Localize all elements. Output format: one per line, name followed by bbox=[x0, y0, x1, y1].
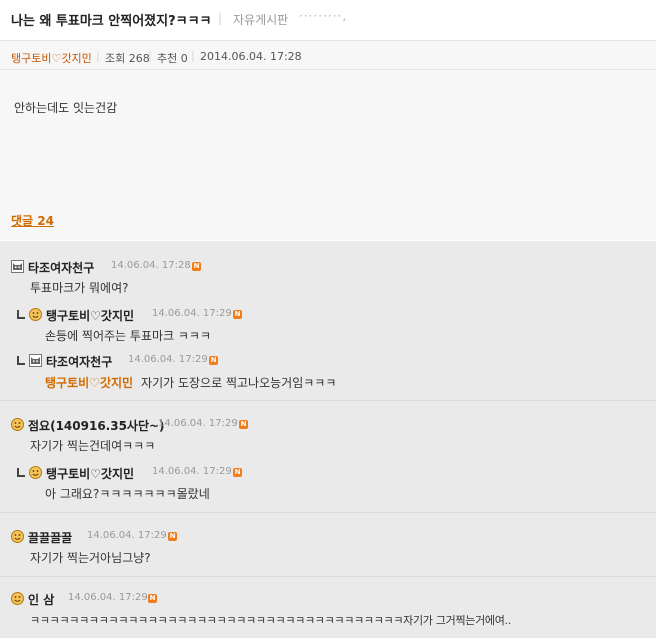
new-badge: N bbox=[233, 468, 242, 477]
comment-text: 자기가 찍는거아님그냥? bbox=[30, 551, 151, 565]
mention-link[interactable]: 탱구토비♡갓지민 bbox=[45, 376, 133, 390]
board-dots: ·········, bbox=[299, 9, 348, 23]
comment-list: 타조여자천구 14.06.04. 17:28 N 투표마크가 뭐에여? 탱구토비… bbox=[0, 241, 656, 638]
comment-nick[interactable]: 타조여자천구 bbox=[46, 353, 112, 370]
comment-nick[interactable]: 점요(140916.35사단~) bbox=[28, 417, 165, 434]
comment-text-body: 자기가 도장으로 찍고나오능거임ㅋㅋㅋ bbox=[141, 376, 337, 390]
meta-separator: | bbox=[96, 49, 100, 62]
comment-nick[interactable]: 인 삼 bbox=[28, 591, 54, 608]
post-recommend: 추천 0 bbox=[157, 52, 188, 65]
new-badge: N bbox=[192, 262, 201, 271]
comment-divider bbox=[0, 512, 656, 513]
comment-text: 자기가 찍는건데여ㅋㅋㅋ bbox=[30, 439, 156, 453]
comment-nick[interactable]: 탱구토비♡갓지민 bbox=[46, 465, 134, 482]
reply-arrow-icon bbox=[17, 310, 25, 319]
comment-date: 14.06.04. 17:29 bbox=[152, 466, 232, 477]
smiley-icon bbox=[29, 466, 42, 479]
title-separator: | bbox=[218, 11, 223, 25]
cat-icon bbox=[29, 354, 42, 367]
comment-date: 14.06.04. 17:29 bbox=[152, 308, 232, 319]
post-header: 나는 왜 투표마크 안찍어졌지?ㅋㅋㅋ | 자유게시판 ·········, bbox=[0, 0, 656, 41]
comment-nick[interactable]: 끌끌끌끌 bbox=[28, 529, 72, 546]
comment-count-link[interactable]: 댓글 24 bbox=[11, 212, 54, 229]
comment-text: 탱구토비♡갓지민 자기가 도장으로 찍고나오능거임ㅋㅋㅋ bbox=[45, 374, 336, 391]
smiley-icon bbox=[11, 418, 24, 431]
new-badge: N bbox=[168, 532, 177, 541]
comment-date: 14.06.04. 17:29 bbox=[87, 530, 167, 541]
comment-date: 14.06.04. 17:29 bbox=[68, 592, 148, 603]
comment-text: 투표마크가 뭐에여? bbox=[30, 281, 129, 295]
comment-divider bbox=[0, 576, 656, 577]
comment-divider bbox=[0, 400, 656, 401]
meta-separator: | bbox=[148, 49, 152, 62]
comment-date: 14.06.04. 17:28 bbox=[111, 260, 191, 271]
reply-arrow-icon bbox=[17, 356, 25, 365]
cat-icon bbox=[11, 260, 24, 273]
new-badge: N bbox=[239, 420, 248, 429]
comment-date: 14.06.04. 17:29 bbox=[158, 418, 238, 429]
comment-text: 아 그래요?ㅋㅋㅋㅋㅋㅋㅋ몰랐네 bbox=[45, 487, 210, 501]
new-badge: N bbox=[209, 356, 218, 365]
smiley-icon bbox=[29, 308, 42, 321]
smiley-icon bbox=[11, 592, 24, 605]
post-author[interactable]: 탱구토비♡갓지민 bbox=[11, 50, 92, 66]
meta-divider bbox=[0, 69, 656, 70]
comment-date: 14.06.04. 17:29 bbox=[128, 354, 208, 365]
new-badge: N bbox=[148, 594, 157, 603]
post-datetime: 2014.06.04. 17:28 bbox=[200, 50, 302, 63]
post-title: 나는 왜 투표마크 안찍어졌지?ㅋㅋㅋ bbox=[11, 14, 212, 29]
meta-separator: | bbox=[191, 49, 195, 62]
post-area: 탱구토비♡갓지민 | 조회 268 | 추천 0 | 2014.06.04. 1… bbox=[0, 41, 656, 240]
post-views: 조회 268 bbox=[105, 52, 150, 65]
reply-arrow-icon bbox=[17, 468, 25, 477]
comment-text: 손등에 찍어주는 투표마크 ㅋㅋㅋ bbox=[45, 329, 212, 343]
smiley-icon bbox=[11, 530, 24, 543]
comment-nick[interactable]: 탱구토비♡갓지민 bbox=[46, 307, 134, 324]
comment-text: ㅋㅋㅋㅋㅋㅋㅋㅋㅋㅋㅋㅋㅋㅋㅋㅋㅋㅋㅋㅋㅋㅋㅋㅋㅋㅋㅋㅋㅋㅋㅋㅋㅋㅋㅋㅋㅋㅋ자기… bbox=[30, 614, 511, 627]
post-body: 안하는데도 잇는건감 bbox=[14, 101, 118, 115]
comment-nick[interactable]: 타조여자천구 bbox=[28, 259, 94, 276]
new-badge: N bbox=[233, 310, 242, 319]
board-link[interactable]: 자유게시판 bbox=[233, 11, 288, 28]
